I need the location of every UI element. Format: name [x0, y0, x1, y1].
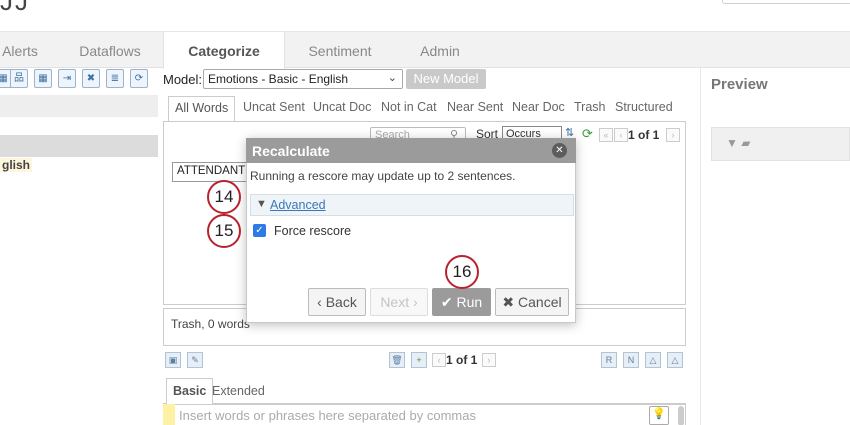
left-panel-header [0, 95, 158, 117]
subtab-trash[interactable]: Trash [574, 100, 606, 114]
prev-page-icon[interactable]: ‹ [614, 128, 628, 142]
delete-icon[interactable]: ✖ [82, 69, 100, 88]
top-right-box[interactable] [722, 0, 850, 4]
subtab-structured[interactable]: Structured [615, 100, 673, 114]
advanced-link[interactable]: Advanced [270, 198, 326, 212]
cancel-button[interactable]: ✖ Cancel [495, 288, 569, 316]
preview-divider [700, 68, 701, 425]
add-icon[interactable]: + [411, 352, 427, 368]
subtab-not-in-cat[interactable]: Not in Cat [381, 100, 437, 114]
subtab-uncat-sent[interactable]: Uncat Sent [243, 100, 305, 114]
edit-icon[interactable]: ✎ [187, 352, 203, 368]
left-panel-model-name[interactable]: glish [0, 158, 33, 172]
insert-placeholder: Insert words or phrases here separated b… [179, 408, 476, 423]
back-button[interactable]: ‹ Back [308, 288, 366, 316]
callout-14: 14 [207, 180, 241, 214]
rule-add-icon[interactable]: △ [645, 352, 661, 368]
chevron-right-icon: › [409, 294, 418, 310]
left-toolbar: ▦ 品 ▦ ⇥ ✖ ≣ ⟳ [0, 69, 158, 91]
model-select-value: Emotions - Basic - English [208, 72, 349, 86]
x-icon: ✖ [502, 294, 519, 310]
hierarchy-icon[interactable]: 品 [10, 69, 28, 88]
rule-remove-icon[interactable]: △ [667, 352, 683, 368]
rule-r-icon[interactable]: R [601, 352, 617, 368]
tab-admin[interactable]: Admin [400, 32, 480, 68]
top-header [0, 0, 850, 32]
scrollbar[interactable] [678, 406, 684, 425]
callout-16: 16 [445, 255, 479, 289]
check-icon: ✔ [440, 294, 457, 310]
subtab-uncat-doc[interactable]: Uncat Doc [313, 100, 371, 114]
export-icon[interactable]: ⇥ [58, 69, 76, 88]
close-icon[interactable]: ✕ [552, 143, 567, 158]
refresh-icon[interactable]: ⟳ [130, 69, 148, 88]
tab-categorize[interactable]: Categorize [163, 32, 285, 69]
words-pager: 1 of 1 [628, 128, 660, 142]
tab-alerts[interactable]: Alerts [0, 32, 40, 68]
left-panel-selected-row[interactable] [0, 135, 158, 157]
bottom-next-page-icon[interactable]: › [482, 353, 496, 367]
trash-count: Trash, 0 words [171, 317, 250, 331]
bottom-pager: 1 of 1 [446, 353, 478, 367]
insert-marker [163, 404, 175, 425]
refresh-words-icon[interactable]: ⟳ [582, 126, 593, 142]
rule-n-icon[interactable]: N [623, 352, 639, 368]
subtab-near-doc[interactable]: Near Doc [512, 100, 565, 114]
force-rescore-label: Force rescore [274, 224, 352, 238]
run-button[interactable]: ✔ Run [432, 288, 491, 316]
lightbulb-icon[interactable]: 💡 [649, 406, 669, 425]
preview-title: Preview [711, 76, 768, 93]
new-model-button[interactable]: New Model [406, 69, 486, 89]
subtab-all-words[interactable]: All Words [168, 96, 236, 122]
main-tab-bar: Alerts Dataflows Categorize Sentiment Ad… [0, 32, 850, 69]
chevron-down-icon: ⌄ [387, 72, 397, 84]
word-item[interactable]: ATTENDANT [172, 162, 248, 182]
save-icon[interactable]: ▣ [165, 352, 181, 368]
next-page-icon[interactable]: › [666, 128, 680, 142]
force-rescore-checkbox[interactable]: ✓ [253, 224, 266, 237]
grid-icon[interactable]: ▦ [34, 69, 52, 88]
back-button-label: Back [325, 294, 357, 310]
bottom-prev-page-icon[interactable]: ‹ [432, 353, 446, 367]
callout-15: 15 [207, 214, 241, 248]
subtab-near-sent[interactable]: Near Sent [447, 100, 503, 114]
tab-dataflows[interactable]: Dataflows [66, 32, 154, 68]
trash-icon[interactable]: 🗑 [389, 352, 405, 368]
dialog-title: Recalculate [252, 143, 330, 159]
triangle-down-icon[interactable]: ▼ [256, 198, 267, 210]
logo-fragment: JJ [0, 0, 30, 16]
next-button-label: Next [380, 294, 410, 310]
first-page-icon[interactable]: « [599, 128, 613, 142]
next-button[interactable]: Next › [370, 288, 428, 316]
tab-extended[interactable]: Extended [212, 384, 265, 398]
list-icon[interactable]: ≣ [106, 69, 124, 88]
filter-folder-icon[interactable]: ▼ ▰ [726, 136, 750, 150]
tab-basic[interactable]: Basic [166, 378, 214, 405]
tab-sentiment[interactable]: Sentiment [296, 32, 384, 68]
cancel-button-label: Cancel [518, 294, 562, 310]
dialog-message: Running a rescore may update up to 2 sen… [250, 169, 516, 183]
model-select[interactable]: Emotions - Basic - English ⌄ [203, 69, 403, 89]
chevron-left-icon: ‹ [317, 294, 326, 310]
run-button-label: Run [456, 294, 483, 310]
model-label: Model: [163, 72, 203, 87]
